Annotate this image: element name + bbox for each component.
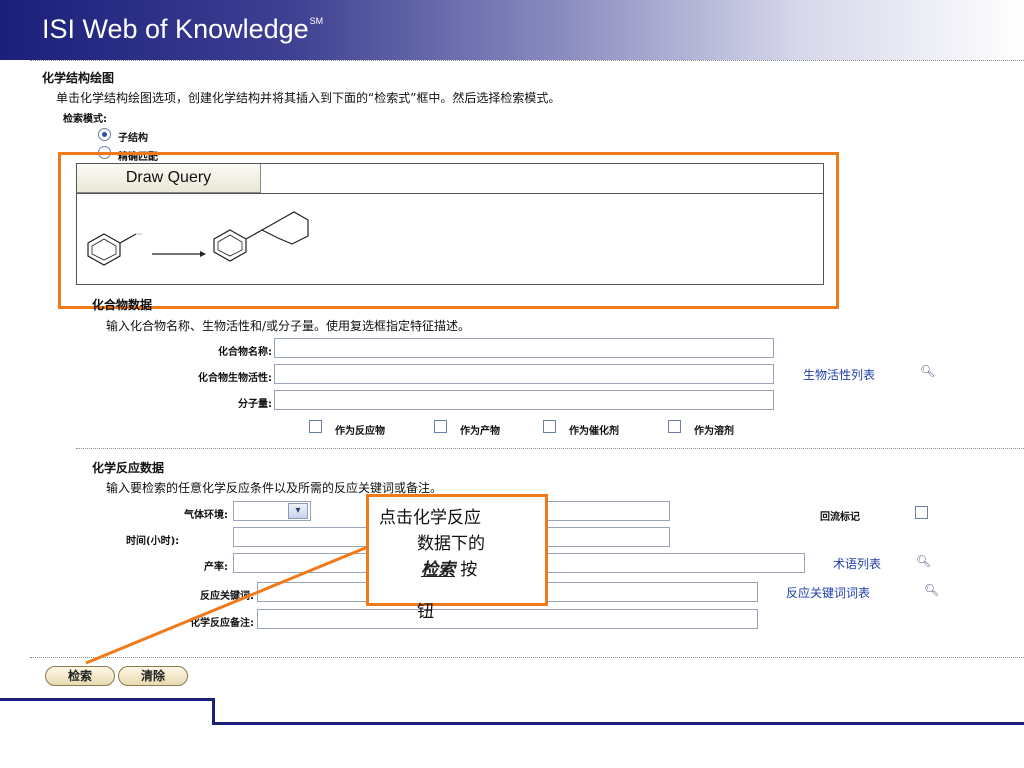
instruction-callout: 点击化学反应 数据下的 检索 按 钮 <box>366 494 548 622</box>
footer-line-left <box>0 698 214 701</box>
footer-line-right <box>212 722 1024 725</box>
footer-line-step <box>212 698 215 724</box>
callout-emphasis: 检索 <box>421 560 455 580</box>
callout-line-2: 数据下的 <box>417 534 485 554</box>
callout-line-3-rest: 按 <box>455 560 478 580</box>
callout-line-4: 钮 <box>417 602 434 622</box>
callout-pointer <box>85 544 371 665</box>
callout-line-3: 检索 按 <box>421 557 477 583</box>
callout-line-1: 点击化学反应 <box>379 508 481 528</box>
